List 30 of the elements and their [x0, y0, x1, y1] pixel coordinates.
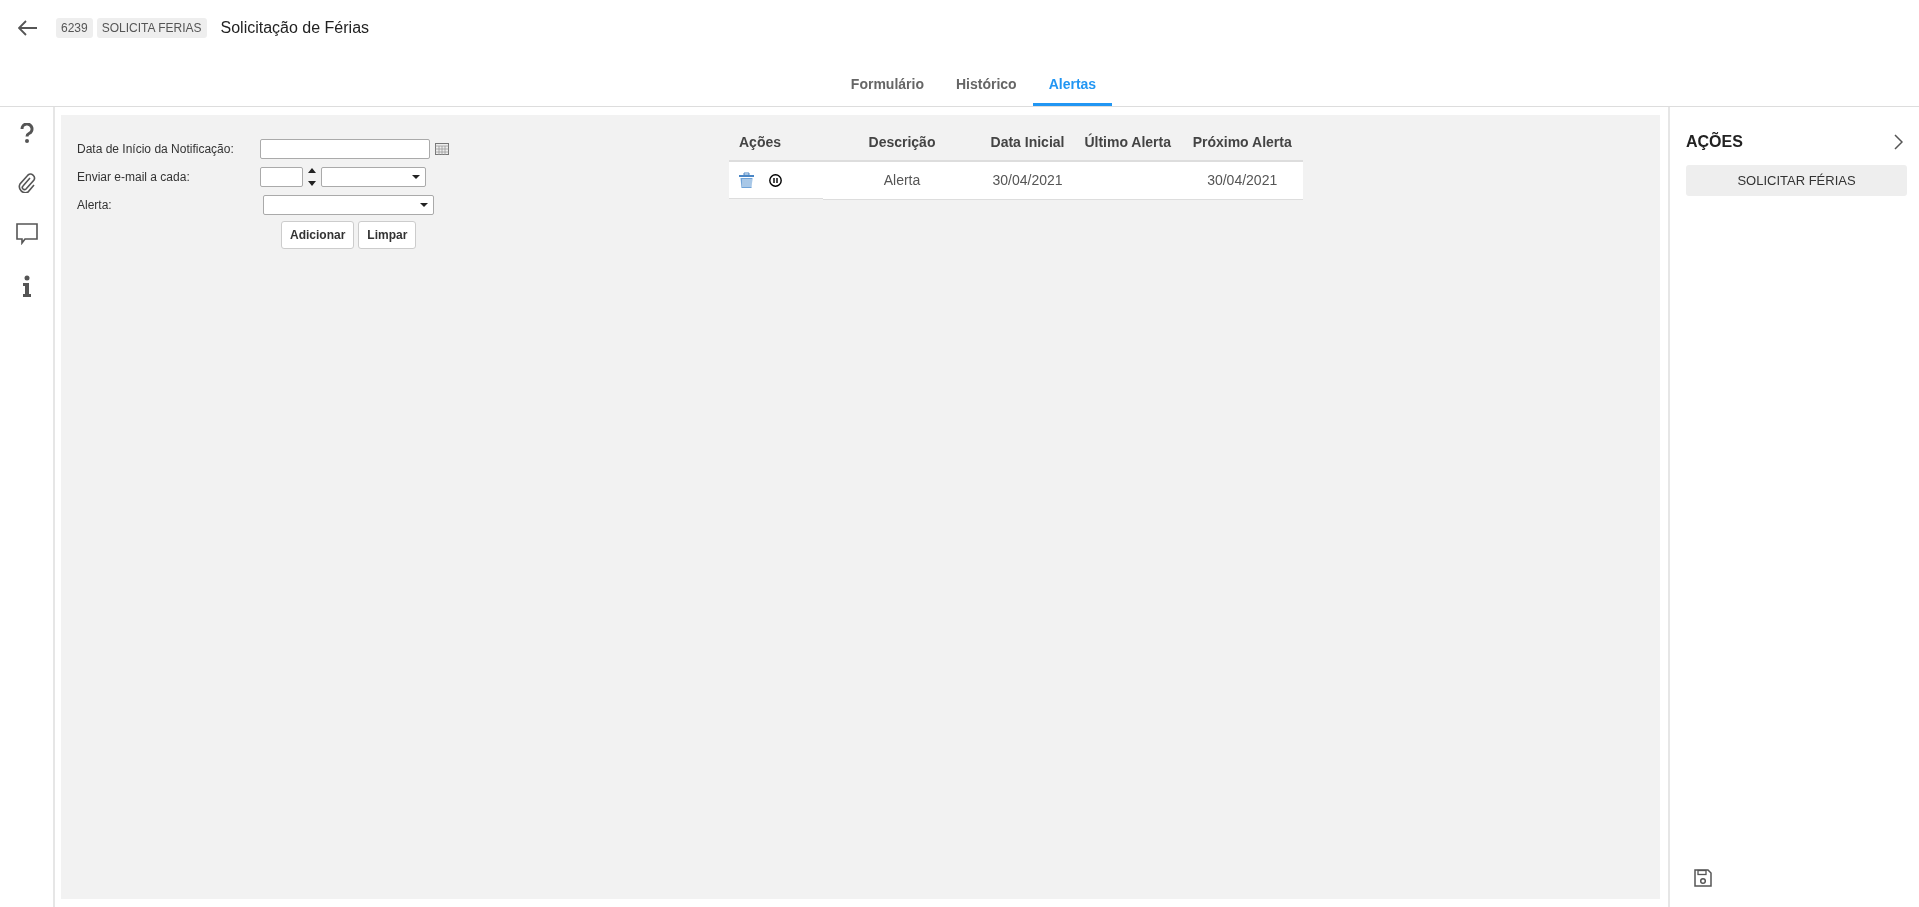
tab[interactable]: Formulário — [834, 66, 940, 106]
date-input-field[interactable] — [260, 138, 430, 159]
field-label: Data de Início da Notificação: — [77, 141, 235, 156]
paperclip-icon[interactable] — [17, 173, 36, 193]
tab[interactable]: Histórico — [940, 66, 1033, 106]
dropdown-caret-icon — [420, 202, 428, 207]
field-label: Enviar e-mail a cada: — [77, 169, 191, 184]
spinner-arrows-icon[interactable] — [308, 166, 316, 187]
trash-icon[interactable] — [739, 172, 754, 188]
help-icon[interactable] — [19, 123, 34, 143]
table-cell: Alerta — [883, 172, 921, 189]
comment-icon[interactable] — [15, 223, 38, 245]
tag-badge: SOLICITA FERIAS — [96, 18, 207, 38]
table-cell: 30/04/2021 — [992, 172, 1063, 189]
table-cell: 30/04/2021 — [1207, 172, 1278, 189]
action-button[interactable]: SOLICITAR FÉRIAS — [1686, 165, 1907, 196]
number-input-field[interactable] — [260, 166, 303, 187]
dropdown-caret-icon — [412, 174, 420, 179]
save-icon[interactable] — [1694, 869, 1712, 887]
form-button[interactable]: Limpar — [358, 221, 417, 249]
form-button[interactable]: Adicionar — [281, 221, 355, 249]
tag-badge: 6239 — [56, 18, 93, 38]
field-label: Alerta: — [77, 197, 113, 212]
panel-title: AÇÕES — [1686, 133, 1743, 151]
page-title: Solicitação de Férias — [220, 19, 370, 37]
calendar-icon[interactable] — [435, 142, 449, 155]
back-arrow-icon[interactable] — [18, 20, 38, 36]
info-icon[interactable] — [21, 275, 32, 297]
chevron-right-icon[interactable] — [1894, 134, 1903, 150]
pause-icon[interactable] — [769, 173, 782, 187]
